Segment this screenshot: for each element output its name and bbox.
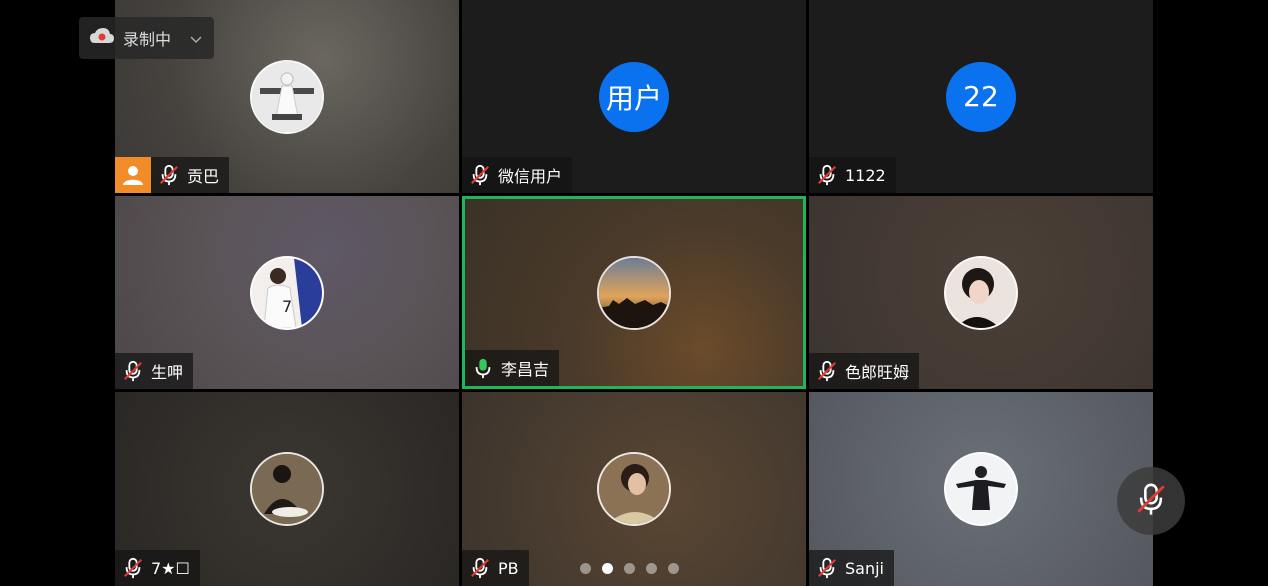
avatar-text: 用户 [605, 81, 662, 115]
person-photo-icon: 7 [252, 257, 322, 328]
participant-name: 色郎旺姆 [845, 363, 910, 382]
participant-tile[interactable]: PB [462, 392, 806, 586]
participant-avatar [250, 452, 324, 526]
participant-nameplate: Sanji [809, 550, 894, 586]
mute-toggle-button[interactable] [1117, 467, 1185, 535]
participant-tile[interactable]: 7 生呷 [115, 196, 459, 389]
participant-name: 7★☐ [151, 558, 190, 578]
participant-avatar [597, 255, 671, 330]
page-dot[interactable] [580, 563, 591, 574]
host-badge [115, 157, 151, 193]
participant-avatar [250, 59, 324, 134]
participant-name: 1122 [845, 165, 886, 185]
participant-avatar [944, 452, 1018, 526]
cloud-record-icon [89, 27, 115, 49]
participant-tile[interactable]: 22 1122 [809, 0, 1153, 193]
participant-avatar [597, 452, 671, 526]
page-dot[interactable] [646, 563, 657, 574]
person-photo-icon [252, 61, 322, 132]
participant-nameplate: 色郎旺姆 [809, 353, 920, 389]
person-photo-icon [946, 257, 1016, 328]
page-indicator[interactable] [580, 563, 679, 574]
person-photo-icon [946, 454, 1016, 524]
participant-name: 李昌吉 [501, 360, 550, 379]
person-photo-icon [252, 454, 322, 524]
participant-tile-speaking[interactable]: 李昌吉 [462, 196, 806, 389]
participant-tile[interactable]: Sanji [809, 392, 1153, 586]
participant-name: 微信用户 [498, 167, 563, 186]
page-dot[interactable] [668, 563, 679, 574]
chevron-down-icon [190, 29, 202, 48]
participant-avatar [944, 255, 1018, 330]
page-dot[interactable] [624, 563, 635, 574]
recording-status-button[interactable]: 录制中 [79, 17, 214, 59]
participant-nameplate: 生呷 [115, 353, 194, 389]
sunset-photo-icon [599, 257, 669, 328]
recording-label: 录制中 [123, 30, 172, 49]
participant-nameplate: 1122 [809, 157, 896, 193]
page-dot-active[interactable] [602, 563, 613, 574]
participant-name: PB [498, 558, 519, 578]
participant-nameplate: 微信用户 [462, 157, 573, 193]
participant-nameplate: 7★☐ [115, 550, 200, 586]
participant-tile[interactable]: 用户 微信用户 [462, 0, 806, 193]
svg-text:7: 7 [282, 297, 292, 316]
mic-off-icon [157, 163, 181, 187]
person-icon [123, 166, 143, 185]
mic-off-icon [121, 556, 145, 580]
mic-off-icon [815, 163, 839, 187]
mic-off-icon [121, 359, 145, 383]
video-grid: 贡巴 用户 微信用户 22 1122 7 生呷 李昌吉 色郎旺姆 7★☐ PB … [115, 0, 1153, 586]
participant-tile[interactable]: 7★☐ [115, 392, 459, 586]
mic-on-icon [471, 356, 495, 380]
mic-off-icon [815, 359, 839, 383]
participant-avatar: 7 [250, 255, 324, 330]
mic-off-icon [815, 556, 839, 580]
participant-name: 贡巴 [187, 167, 220, 186]
participant-name: Sanji [845, 558, 884, 578]
participant-nameplate: 贡巴 [115, 157, 230, 193]
mic-off-icon [468, 163, 492, 187]
participant-nameplate: 李昌吉 [465, 350, 560, 386]
participant-avatar: 用户 [599, 61, 669, 132]
participant-avatar: 22 [946, 61, 1016, 132]
mic-off-icon [468, 556, 492, 580]
participant-name: 生呷 [151, 363, 184, 382]
participant-tile[interactable]: 色郎旺姆 [809, 196, 1153, 389]
mic-off-icon [1134, 482, 1168, 520]
avatar-text: 22 [963, 80, 999, 113]
person-photo-icon [599, 454, 669, 524]
participant-nameplate: PB [462, 550, 529, 586]
